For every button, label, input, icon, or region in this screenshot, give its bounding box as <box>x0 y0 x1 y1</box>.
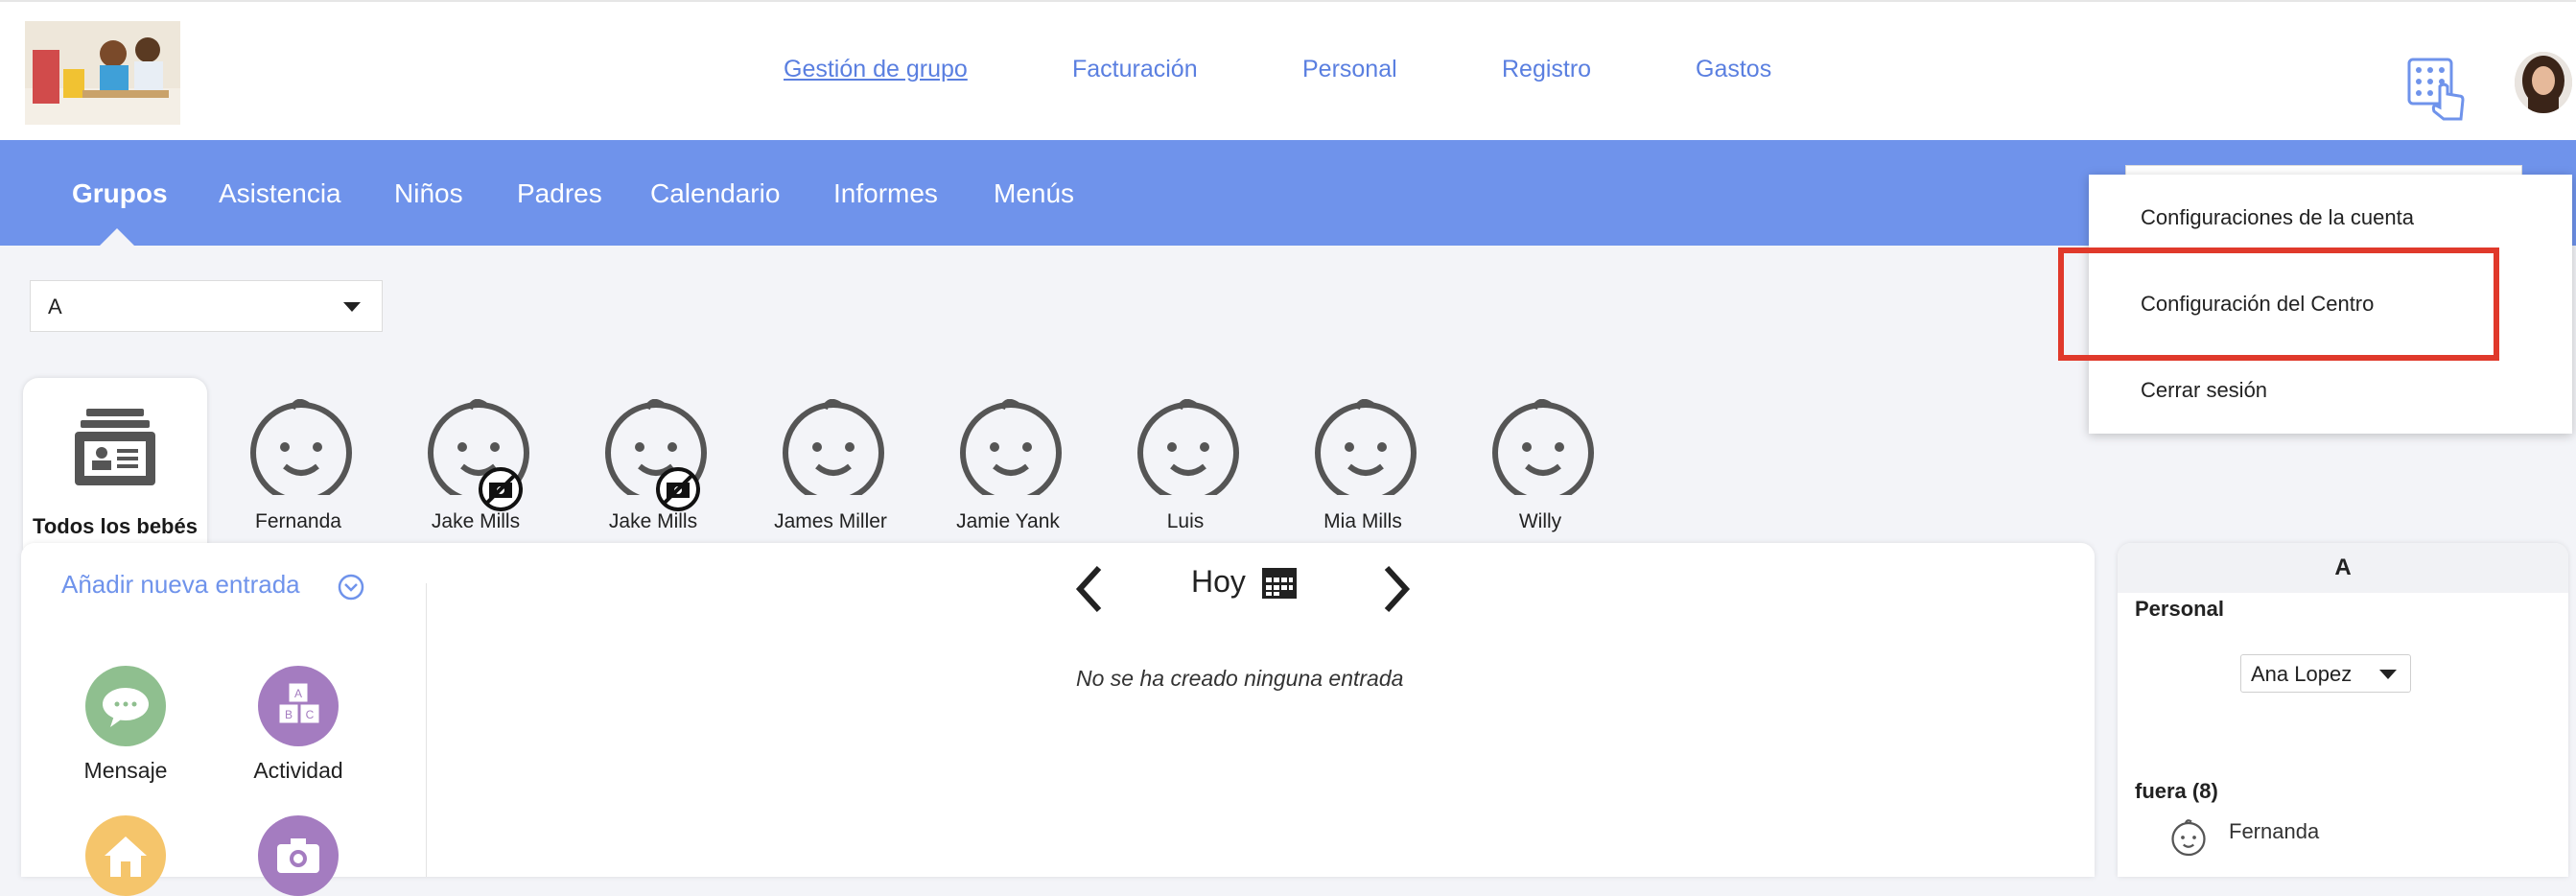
staff-select[interactable]: Ana Lopez <box>2240 654 2411 693</box>
group-select[interactable]: A <box>30 280 383 332</box>
child-avatar[interactable]: Jake Mills <box>399 393 552 537</box>
action-label: Actividad <box>253 758 343 783</box>
id-cards-icon <box>75 409 155 485</box>
top-nav: Gestión de grupo Facturación Personal Re… <box>0 56 2576 86</box>
blocks-icon: A B C <box>258 666 339 746</box>
out-child-name[interactable]: Fernanda <box>2229 819 2319 844</box>
baby-face-icon <box>960 399 1062 495</box>
tab-menus[interactable]: Menús <box>994 178 1074 209</box>
message-icon <box>85 666 166 746</box>
action-message[interactable]: Mensaje <box>54 666 198 784</box>
active-tab-caret <box>100 228 134 246</box>
top-nav-registro[interactable]: Registro <box>1502 56 1591 83</box>
keypad-checkin-icon[interactable] <box>2407 58 2467 121</box>
no-photo-icon <box>656 467 700 511</box>
action-photo[interactable] <box>226 815 370 896</box>
baby-face-icon <box>1137 399 1239 495</box>
baby-face-icon <box>2171 819 2206 857</box>
add-new-entry-link[interactable]: Añadir nueva entrada <box>61 570 300 600</box>
all-children-label: Todos los bebés <box>33 514 198 538</box>
action-home[interactable] <box>54 815 198 896</box>
top-header: Gestión de grupo Facturación Personal Re… <box>0 0 2576 140</box>
out-count-label: fuera (8) <box>2135 779 2218 803</box>
child-avatar[interactable]: Luis <box>1109 393 1262 537</box>
svg-text:C: C <box>306 708 315 721</box>
child-name: Fernanda <box>255 510 341 532</box>
baby-face-icon <box>250 399 352 495</box>
tab-informes[interactable]: Informes <box>833 178 938 209</box>
svg-text:B: B <box>285 708 293 721</box>
date-label: Hoy <box>1191 564 1246 599</box>
top-nav-gestion-de-grupo[interactable]: Gestión de grupo <box>784 56 968 83</box>
tab-calendario[interactable]: Calendario <box>650 178 780 209</box>
user-avatar[interactable] <box>2515 52 2572 113</box>
top-nav-gastos[interactable]: Gastos <box>1696 56 1771 83</box>
child-name: Jake Mills <box>431 510 521 532</box>
tab-ninos[interactable]: Niños <box>394 178 463 209</box>
tab-grupos[interactable]: Grupos <box>72 178 168 209</box>
chevron-down-icon <box>2379 670 2397 679</box>
highlight-box <box>2058 248 2499 361</box>
child-name: Mia Mills <box>1323 510 1402 532</box>
baby-face-icon <box>1492 399 1594 495</box>
staff-select-value: Ana Lopez <box>2251 662 2353 686</box>
svg-text:A: A <box>294 687 302 700</box>
previous-day-arrow-icon[interactable] <box>1070 562 1109 616</box>
baby-face-icon <box>783 399 884 495</box>
panel-divider <box>426 583 427 877</box>
child-name: James Miller <box>774 510 887 532</box>
staff-label: Personal <box>2135 597 2224 621</box>
tab-asistencia[interactable]: Asistencia <box>219 178 341 209</box>
entries-panel: Añadir nueva entrada Mensaje A B C Activ… <box>21 543 2095 896</box>
top-nav-facturacion[interactable]: Facturación <box>1072 56 1198 83</box>
menu-item-logout[interactable]: Cerrar sesión <box>2141 378 2267 403</box>
top-nav-personal[interactable]: Personal <box>1302 56 1397 83</box>
calendar-icon[interactable] <box>1260 566 1299 601</box>
empty-entries-message: No se ha creado ninguna entrada <box>1076 666 1404 691</box>
group-select-value: A <box>48 295 62 318</box>
home-icon <box>85 815 166 896</box>
child-name: Willy <box>1518 510 1562 532</box>
action-activity[interactable]: A B C Actividad <box>226 666 370 784</box>
group-side-panel: A Personal Ana Lopez fuera (8) Fernanda <box>2118 543 2568 877</box>
child-avatar[interactable]: Fernanda <box>222 393 375 537</box>
no-photo-icon <box>479 467 523 511</box>
tab-padres[interactable]: Padres <box>517 178 602 209</box>
side-panel-title: A <box>2118 543 2568 593</box>
child-name: Jake Mills <box>608 510 698 532</box>
chevron-down-circle-icon[interactable] <box>338 574 364 601</box>
next-day-arrow-icon[interactable] <box>1377 562 1416 616</box>
child-avatar[interactable]: Mia Mills <box>1286 393 1440 537</box>
child-name: Jamie Yank <box>956 510 1060 532</box>
child-avatar[interactable]: Jamie Yank <box>931 393 1085 537</box>
all-children-card[interactable]: Todos los bebés <box>23 378 207 549</box>
action-label: Mensaje <box>83 758 168 783</box>
child-avatar[interactable]: James Miller <box>754 393 907 537</box>
camera-icon <box>258 815 339 896</box>
baby-face-icon <box>1315 399 1417 495</box>
chevron-down-icon <box>343 302 361 312</box>
child-avatar[interactable]: Willy <box>1464 393 1617 537</box>
child-name: Luis <box>1166 510 1205 532</box>
child-avatar[interactable]: Jake Mills <box>576 393 730 537</box>
menu-item-account-settings[interactable]: Configuraciones de la cuenta <box>2141 205 2414 230</box>
